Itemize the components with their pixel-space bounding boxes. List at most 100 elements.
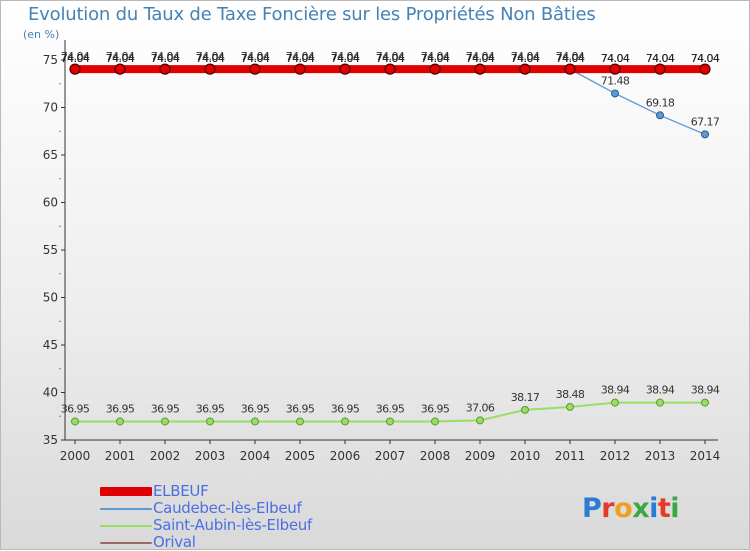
data-label-saint-aubin-l-s-elbeuf: 36.95 — [61, 402, 90, 415]
data-point-saint-aubin-l-s-elbeuf — [386, 417, 394, 426]
data-label-saint-aubin-l-s-elbeuf: 36.95 — [421, 402, 450, 415]
data-point-saint-aubin-l-s-elbeuf — [611, 398, 619, 407]
legend-item-caudebec[interactable]: Caudebec-lès-Elbeuf — [100, 499, 360, 517]
data-label-elbeuf: 74.04 — [646, 52, 675, 65]
data-point-elbeuf — [474, 63, 486, 75]
data-label-elbeuf: 74.04 — [601, 52, 630, 65]
data-point-saint-aubin-l-s-elbeuf — [701, 398, 709, 407]
x-tick-label: 2014 — [690, 449, 721, 463]
x-tick-label: 2009 — [465, 449, 496, 463]
y-tick-label: 55 — [43, 243, 58, 257]
legend-item-orival[interactable]: Orival — [100, 533, 360, 551]
logo-letter: x — [632, 493, 649, 524]
data-label-saint-aubin-l-s-elbeuf: 38.17 — [511, 391, 540, 404]
data-label-saint-aubin-l-s-elbeuf: 38.94 — [601, 384, 630, 397]
data-label-elbeuf: 74.04 — [286, 52, 315, 65]
data-point-saint-aubin-l-s-elbeuf — [116, 417, 124, 426]
legend-label-elbeuf: ELBEUF — [153, 482, 209, 500]
data-label-saint-aubin-l-s-elbeuf: 36.95 — [196, 402, 225, 415]
x-tick-label: 2011 — [555, 449, 586, 463]
y-tick-label: 45 — [43, 338, 58, 352]
data-point-saint-aubin-l-s-elbeuf — [161, 417, 169, 426]
data-point-saint-aubin-l-s-elbeuf — [476, 416, 484, 425]
x-tick-label: 2008 — [420, 449, 451, 463]
line-chart: 35 40 45 50 55 60 65 70 75 2000 2001 2002 2003 2004 20… — [43, 40, 721, 463]
y-tick-label: 65 — [43, 148, 58, 162]
x-tick-label: 2005 — [285, 449, 316, 463]
data-point-saint-aubin-l-s-elbeuf — [251, 417, 259, 426]
y-tick-label: 35 — [43, 433, 58, 447]
data-point-saint-aubin-l-s-elbeuf — [341, 417, 349, 426]
data-label-saint-aubin-l-s-elbeuf: 38.48 — [556, 388, 585, 401]
data-labels-layer: 74.04 74.04 74.04 74.04 74.04 74.04 74.04 74.04… — [61, 50, 721, 415]
y-tick-label: 75 — [43, 53, 58, 67]
data-point-caudebec-l-s-elbeuf — [701, 130, 709, 139]
data-label-elbeuf: 74.04 — [421, 52, 450, 65]
legend-swatch-caudebec — [100, 508, 152, 510]
data-label-elbeuf: 74.04 — [466, 52, 495, 65]
x-tick-label: 2001 — [105, 449, 136, 463]
legend-swatch-saint-aubin — [100, 525, 152, 527]
data-label-elbeuf: 74.04 — [331, 52, 360, 65]
data-point-elbeuf — [204, 63, 216, 75]
data-point-elbeuf — [114, 63, 126, 75]
legend-item-elbeuf[interactable]: ELBEUF — [100, 482, 360, 500]
data-label-saint-aubin-l-s-elbeuf: 36.95 — [286, 402, 315, 415]
data-point-elbeuf — [69, 63, 81, 75]
data-label-elbeuf: 74.04 — [196, 52, 225, 65]
data-label-saint-aubin-l-s-elbeuf: 38.94 — [646, 384, 675, 397]
data-point-elbeuf — [249, 63, 261, 75]
data-label-saint-aubin-l-s-elbeuf: 37.06 — [466, 401, 495, 414]
logo-letter: t — [658, 493, 671, 524]
legend: ELBEUF Caudebec-lès-Elbeuf Saint-Aubin-l… — [100, 482, 360, 551]
data-point-saint-aubin-l-s-elbeuf — [566, 402, 574, 411]
data-label-elbeuf: 74.04 — [61, 52, 90, 65]
data-point-elbeuf — [294, 63, 306, 75]
legend-item-saint-aubin[interactable]: Saint-Aubin-lès-Elbeuf — [100, 516, 360, 534]
x-tick-label: 2000 — [60, 449, 91, 463]
axes: 35 40 45 50 55 60 65 70 75 2000 2001 2002 2003 2004 20… — [43, 40, 721, 463]
data-point-caudebec-l-s-elbeuf — [656, 111, 664, 120]
data-label-elbeuf: 74.04 — [556, 52, 585, 65]
data-point-elbeuf — [699, 63, 711, 75]
data-point-elbeuf — [564, 63, 576, 75]
data-label-elbeuf: 74.04 — [151, 52, 180, 65]
data-point-elbeuf — [654, 63, 666, 75]
legend-label-saint-aubin: Saint-Aubin-lès-Elbeuf — [153, 516, 312, 534]
data-point-caudebec-l-s-elbeuf — [611, 89, 619, 98]
y-tick-label: 60 — [43, 196, 58, 210]
logo-letter: P — [582, 493, 601, 524]
x-tick-label: 2003 — [195, 449, 226, 463]
data-label-caudebec-l-s-elbeuf: 71.48 — [601, 74, 630, 87]
data-label-elbeuf: 74.04 — [511, 52, 540, 65]
data-label-caudebec-l-s-elbeuf: 69.18 — [646, 96, 675, 109]
data-point-elbeuf — [384, 63, 396, 75]
data-label-saint-aubin-l-s-elbeuf: 38.94 — [691, 384, 720, 397]
data-point-elbeuf — [519, 63, 531, 75]
data-label-caudebec-l-s-elbeuf: 67.17 — [691, 115, 720, 128]
x-tick-label: 2004 — [240, 449, 271, 463]
y-tick-label: 50 — [43, 291, 58, 305]
x-tick-label: 2012 — [600, 449, 631, 463]
logo-letter: i — [649, 493, 658, 524]
legend-swatch-elbeuf — [100, 487, 152, 496]
data-label-elbeuf: 74.04 — [241, 52, 270, 65]
proxiti-logo-text: Proxiti — [582, 493, 679, 524]
data-point-elbeuf — [609, 63, 621, 75]
legend-swatch-orival — [100, 542, 152, 544]
data-label-saint-aubin-l-s-elbeuf: 36.95 — [331, 402, 360, 415]
legend-label-caudebec: Caudebec-lès-Elbeuf — [153, 499, 302, 517]
data-point-elbeuf — [429, 63, 441, 75]
data-label-elbeuf: 74.04 — [691, 52, 720, 65]
x-tick-label: 2006 — [330, 449, 361, 463]
data-point-saint-aubin-l-s-elbeuf — [431, 417, 439, 426]
data-point-elbeuf — [159, 63, 171, 75]
logo-letter: i — [670, 493, 679, 524]
y-tick-label: 40 — [43, 386, 58, 400]
x-tick-label: 2013 — [645, 449, 676, 463]
x-tick-label: 2002 — [150, 449, 181, 463]
data-label-saint-aubin-l-s-elbeuf: 36.95 — [376, 402, 405, 415]
data-label-elbeuf: 74.04 — [376, 52, 405, 65]
data-point-saint-aubin-l-s-elbeuf — [71, 417, 79, 426]
data-point-saint-aubin-l-s-elbeuf — [521, 405, 529, 414]
